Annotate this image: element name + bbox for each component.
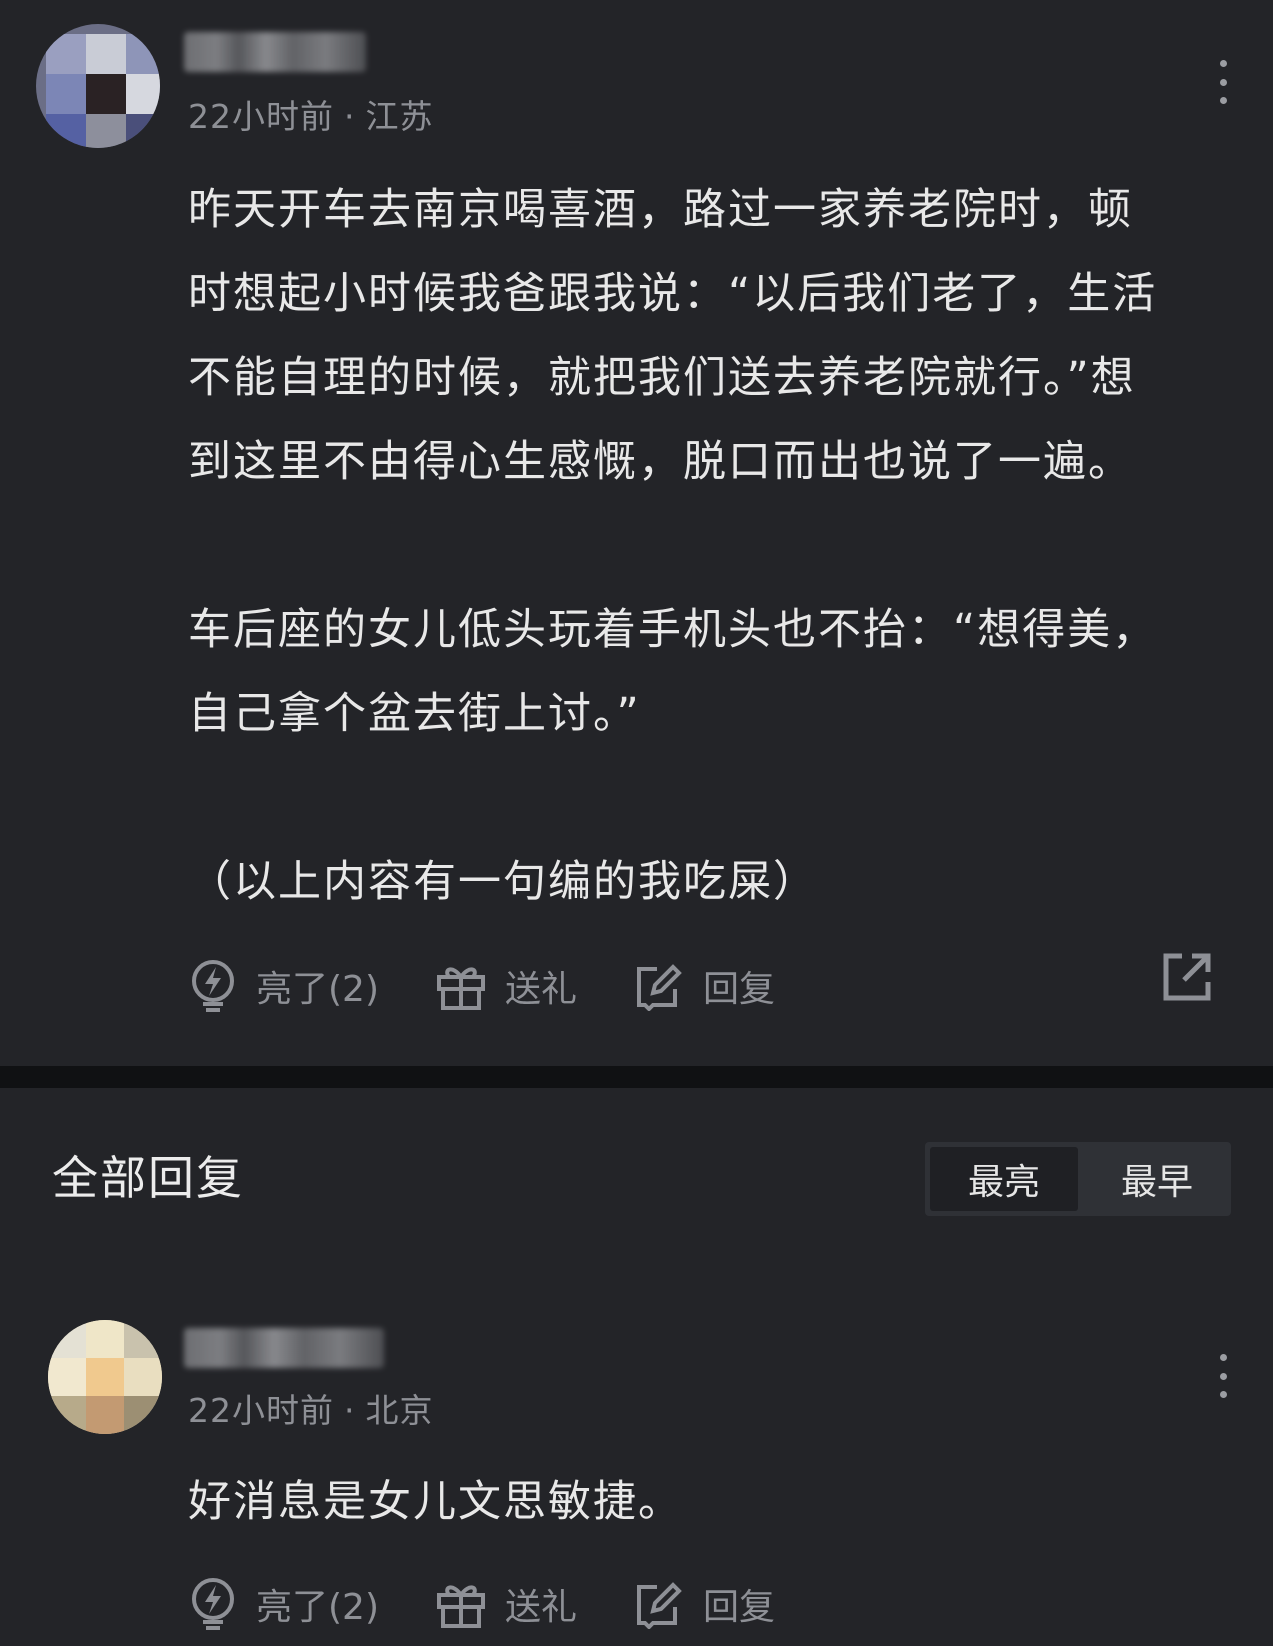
paragraph-2: 车后座的女儿低头玩着手机头也不抬：“想得美， 自己拿个盆去街上讨。” xyxy=(188,605,1158,739)
section-title: 全部回复 xyxy=(52,1151,244,1205)
gift-label: 送礼 xyxy=(505,969,578,1010)
comment-meta: 22小时前 · 江苏 xyxy=(188,90,434,138)
comment-actions: 亮了(2) 送礼 回复 xyxy=(188,1574,831,1634)
timestamp: 22小时前 xyxy=(188,1391,334,1430)
like-button[interactable]: 亮了(2) xyxy=(188,959,379,1013)
section-divider xyxy=(0,1066,1273,1088)
edit-icon xyxy=(637,964,682,1011)
paragraph-3: （以上内容有一句编的我吃屎） xyxy=(188,857,818,907)
comment-meta: 22小时前 · 北京 xyxy=(188,1384,434,1432)
avatar[interactable] xyxy=(36,24,160,148)
sort-toggle: 最亮 最早 xyxy=(925,1142,1231,1216)
lightbulb-icon xyxy=(192,960,234,1012)
gift-icon xyxy=(437,1585,485,1628)
comment-body: 昨天开车去南京喝喜酒，路过一家养老院时，顿 时想起小时候我爸跟我说：“以后我们老… xyxy=(188,168,1238,924)
gift-icon xyxy=(437,967,485,1010)
paragraph-1: 昨天开车去南京喝喜酒，路过一家养老院时，顿 时想起小时候我爸跟我说：“以后我们老… xyxy=(188,185,1158,487)
username[interactable] xyxy=(184,1328,384,1368)
like-button[interactable]: 亮了(2) xyxy=(188,1577,379,1631)
edit-icon xyxy=(637,1582,682,1629)
avatar[interactable] xyxy=(48,1320,162,1434)
gift-button[interactable]: 送礼 xyxy=(435,960,577,1012)
gift-label: 送礼 xyxy=(505,1587,578,1628)
more-vertical-icon[interactable] xyxy=(1218,60,1228,104)
comment-body: 好消息是女儿文思敏捷。 xyxy=(188,1460,1238,1544)
reply-button[interactable]: 回复 xyxy=(633,1578,775,1630)
comment-page: 22小时前 · 江苏 昨天开车去南京喝喜酒，路过一家养老院时，顿 时想起小时候我爸跟… xyxy=(0,0,1273,1646)
main-comment: 22小时前 · 江苏 昨天开车去南京喝喜酒，路过一家养老院时，顿 时想起小时候我爸跟… xyxy=(0,0,1273,1062)
sort-by-earliest[interactable]: 最早 xyxy=(1083,1142,1231,1216)
sort-by-hot[interactable]: 最亮 xyxy=(930,1147,1078,1211)
timestamp: 22小时前 xyxy=(188,97,334,136)
reply-label: 回复 xyxy=(703,1587,776,1628)
meta-separator: · xyxy=(344,97,356,136)
reply-text: 好消息是女儿文思敏捷。 xyxy=(188,1477,683,1527)
meta-separator: · xyxy=(344,1391,356,1430)
username[interactable] xyxy=(184,32,366,72)
location: 江苏 xyxy=(365,97,434,136)
like-count: 亮了(2) xyxy=(256,1587,379,1628)
location: 北京 xyxy=(365,1391,434,1430)
comment-actions: 亮了(2) 送礼 回复 xyxy=(188,956,831,1016)
more-vertical-icon[interactable] xyxy=(1218,1354,1228,1398)
reply-button[interactable]: 回复 xyxy=(633,960,775,1012)
reply-label: 回复 xyxy=(703,969,776,1010)
lightbulb-icon xyxy=(192,1578,234,1630)
gift-button[interactable]: 送礼 xyxy=(435,1578,577,1630)
like-count: 亮了(2) xyxy=(256,969,379,1010)
share-icon[interactable] xyxy=(1160,950,1214,1004)
